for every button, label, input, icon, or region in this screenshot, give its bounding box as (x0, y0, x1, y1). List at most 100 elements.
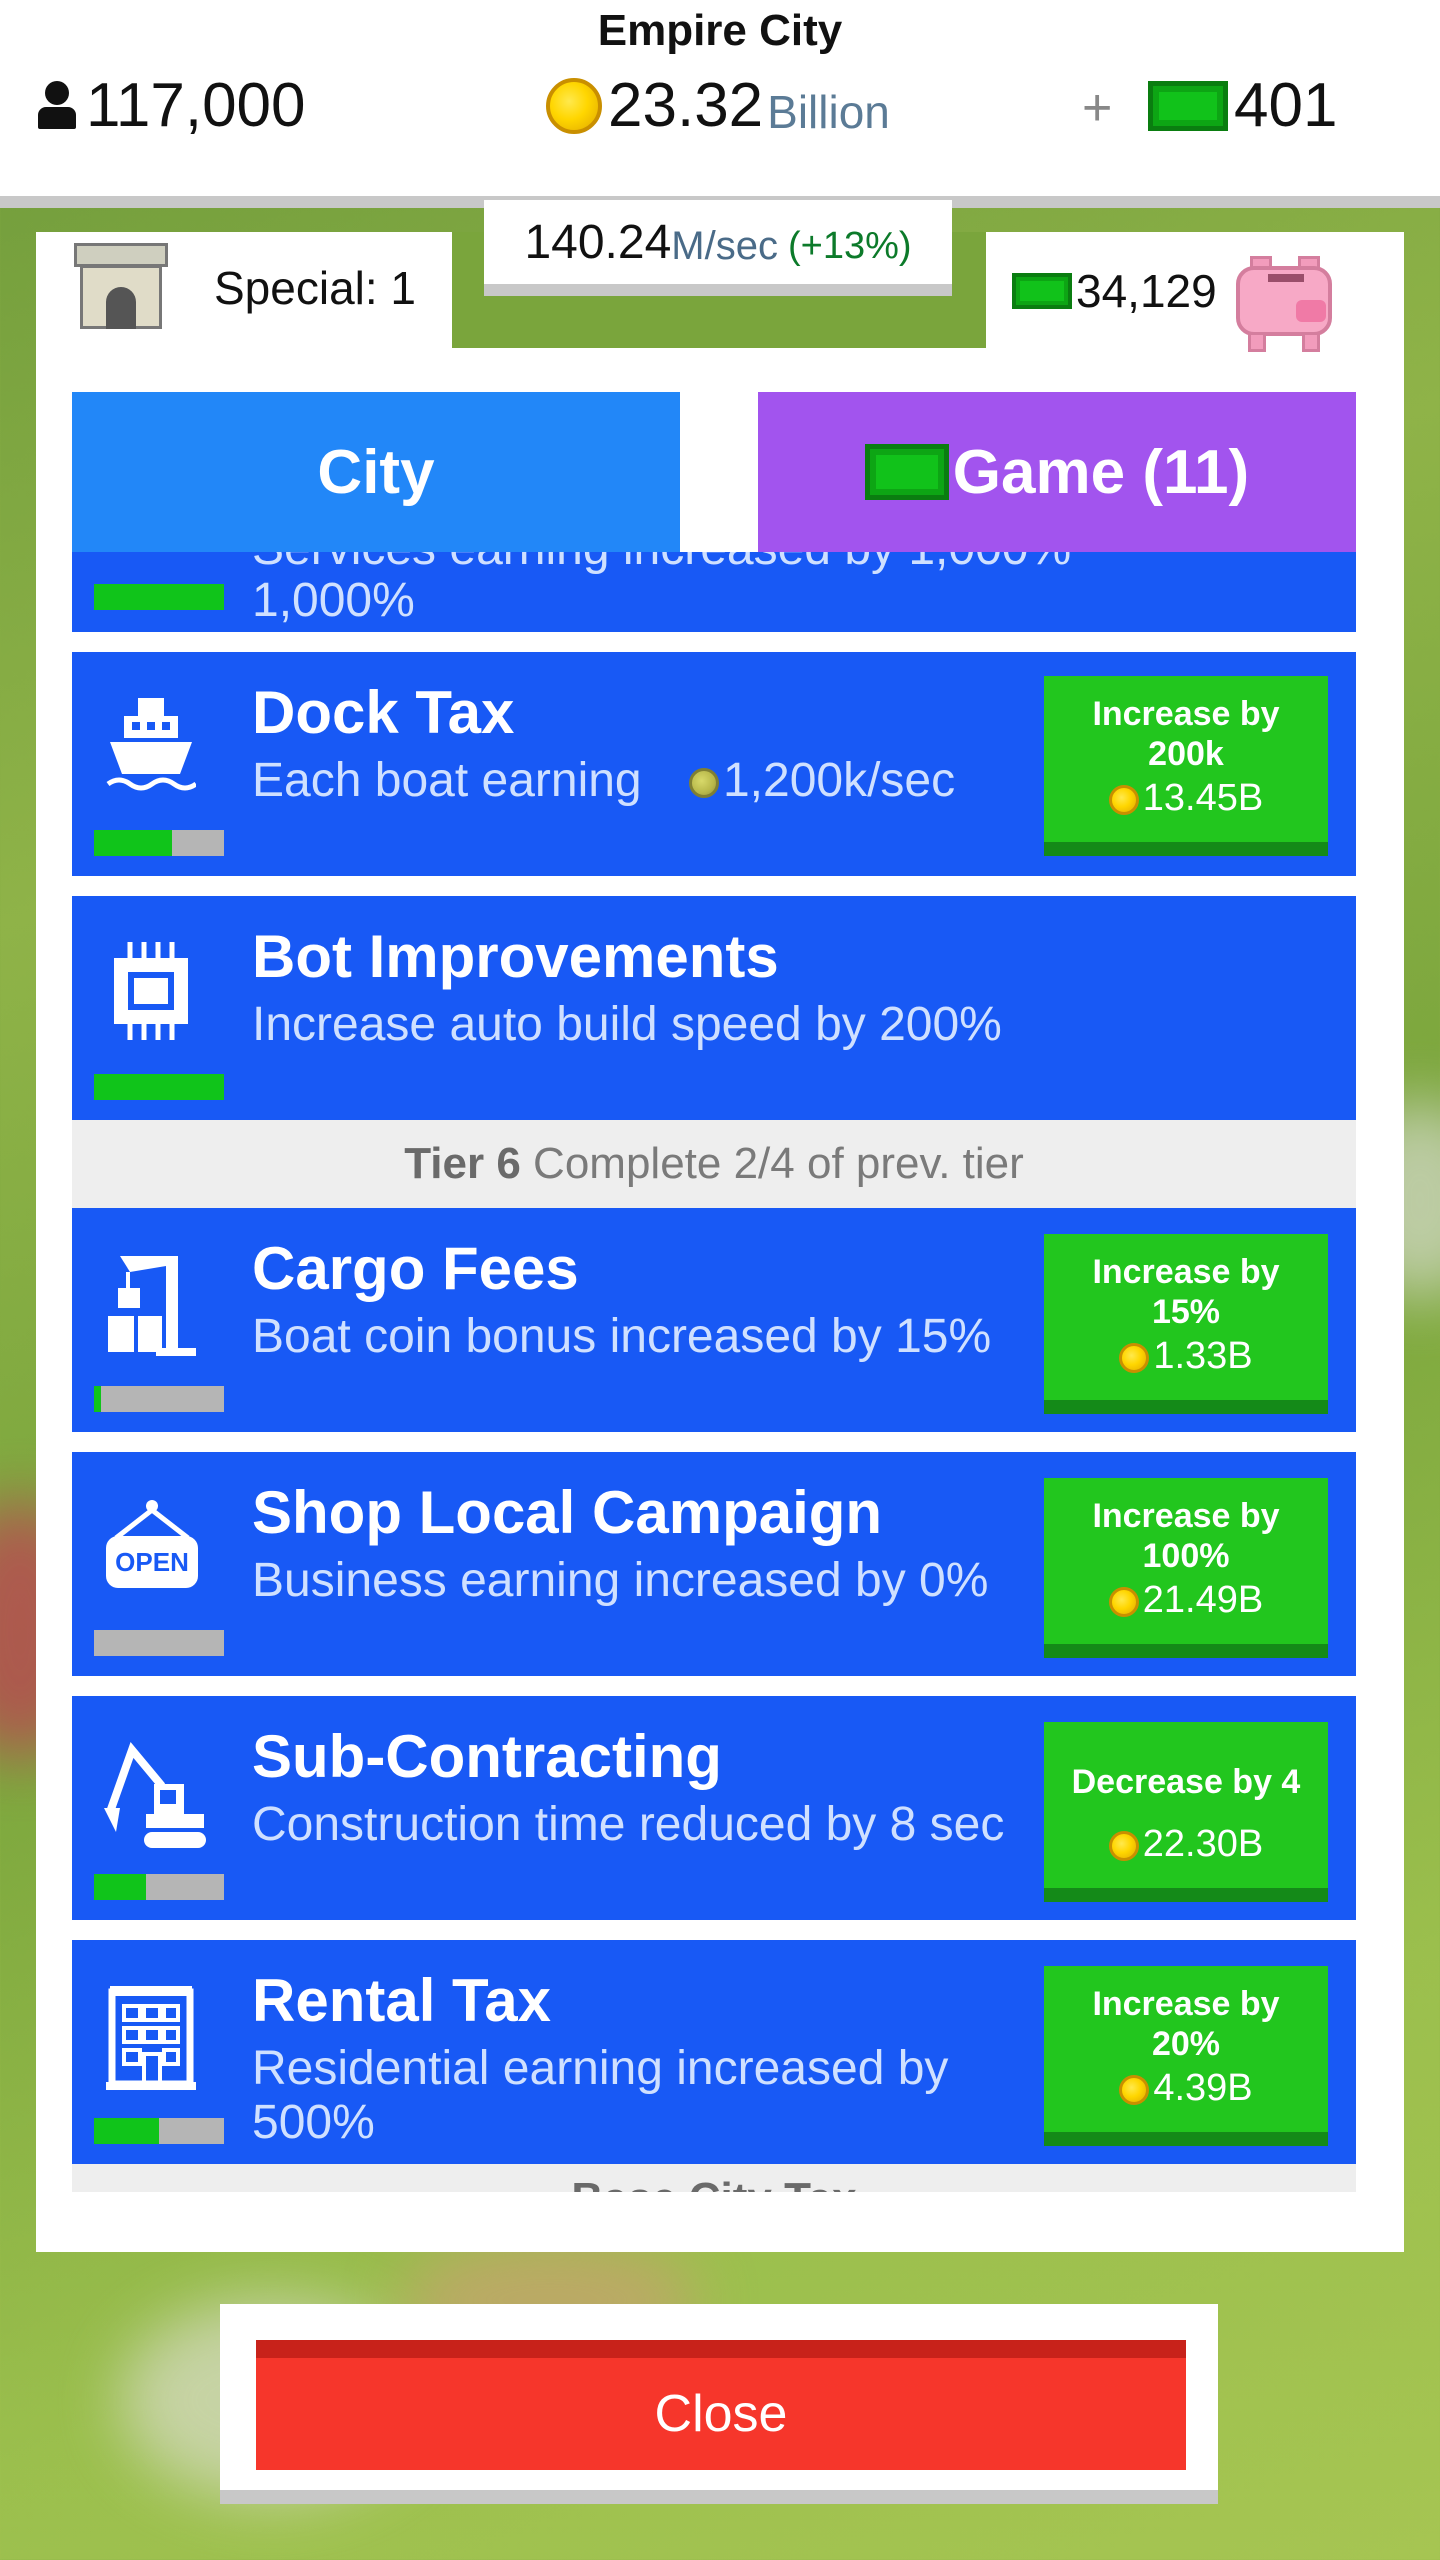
upgrade-title: Sub-Contracting (252, 1723, 722, 1790)
buy-button[interactable]: Decrease by 4 22.30B (1044, 1722, 1328, 1902)
upgrade-description-text: Each boat earning (252, 754, 642, 807)
income-rate: 140.24 M/sec (+13%) (484, 200, 952, 296)
special-label: Special: 1 (214, 262, 417, 314)
tier-separator: Base City Tax (72, 2164, 1356, 2192)
progress-bar (94, 830, 224, 856)
population-value: 117,000 (86, 71, 306, 140)
upgrade-title: Bot Improvements (252, 923, 779, 990)
buy-price-value: 13.45B (1142, 777, 1264, 819)
excavator-icon (104, 1742, 206, 1848)
progress-bar (94, 1074, 224, 1100)
buy-line1: Increase by (1092, 1497, 1280, 1535)
buy-button[interactable]: Increase by 200k 13.45B (1044, 676, 1328, 856)
top-bar: Empire City 117,000 23.32 Billion + 401 (0, 0, 1440, 208)
tier-label: Tier 6 (404, 1139, 521, 1188)
progress-bar (94, 584, 224, 610)
progress-bar (94, 1630, 224, 1656)
buy-line2: 100% (1142, 1537, 1230, 1575)
tier-next-label: Base City Tax (571, 2174, 856, 2192)
upgrade-description-line2: 1,000% (252, 574, 415, 627)
rate-bonus: (+13%) (787, 224, 912, 267)
upgrade-title: Dock Tax (252, 679, 515, 746)
coins-stat: 23.32 Billion (546, 70, 890, 141)
coin-icon (1108, 784, 1139, 815)
progress-fill (94, 2118, 159, 2144)
rate-unit: M/sec (671, 223, 778, 268)
buy-price-value: 21.49B (1142, 1579, 1264, 1621)
upgrade-row-cargo-fees: Cargo Fees Boat coin bonus increased by … (72, 1208, 1356, 1432)
upgrade-description: Services earning increased by 1,000% (252, 552, 1071, 576)
tab-game[interactable]: Game (11) (758, 392, 1356, 552)
cash-stat[interactable]: 401 (1148, 70, 1337, 141)
close-button-label: Close (654, 2385, 788, 2443)
buy-price-value: 4.39B (1153, 2067, 1253, 2109)
population-stat: 117,000 (36, 70, 306, 141)
buy-button[interactable]: Increase by 100% 21.49B (1044, 1478, 1328, 1658)
buy-price-value: 22.30B (1142, 1823, 1264, 1865)
arch-icon (74, 243, 168, 333)
upgrade-row-shop-local: OPEN Shop Local Campaign Business earnin… (72, 1452, 1356, 1676)
cash-icon (1012, 273, 1072, 309)
buy-line2: 15% (1151, 1293, 1221, 1331)
rate-value: 140.24 (524, 215, 672, 269)
special-counter[interactable]: Special: 1 (36, 232, 452, 344)
buy-button[interactable]: Increase by 20% 4.39B (1044, 1966, 1328, 2146)
cash-icon (864, 444, 949, 500)
buy-price-value: 1.33B (1153, 1335, 1253, 1377)
bank-cash: 34,129 (1012, 264, 1217, 318)
buy-line1: Increase by (1092, 695, 1280, 733)
buy-button[interactable]: Increase by 15% 1.33B (1044, 1234, 1328, 1414)
cash-icon (1148, 80, 1228, 131)
upgrade-title: Rental Tax (252, 1967, 551, 2034)
progress-fill (94, 830, 172, 856)
buy-price: 22.30B (1044, 1824, 1328, 1864)
upgrade-description: Boat coin bonus increased by 15% (252, 1310, 992, 1363)
upgrade-row-bot-improvements: Bot Improvements Increase auto build spe… (72, 896, 1356, 1120)
upgrade-description: Business earning increased by 0% (252, 1554, 989, 1607)
buy-line2: 20% (1151, 2025, 1221, 2063)
upgrade-description: Increase auto build speed by 200% (252, 998, 1002, 1051)
buy-price: 1.33B (1044, 1336, 1328, 1376)
coins-unit: Billion (767, 85, 890, 138)
open-sign-text: OPEN (115, 1547, 189, 1577)
upgrade-list[interactable]: Services earning increased by 1,000% 1,0… (72, 552, 1356, 2192)
buy-line1: Decrease by 4 (1071, 1763, 1301, 1801)
cash-value: 401 (1234, 71, 1338, 140)
open-sign-icon: OPEN (106, 1500, 198, 1588)
tier-requirement: Complete 2/4 of prev. tier (533, 1139, 1024, 1188)
buy-line1: Increase by (1092, 1253, 1280, 1291)
upgrade-row-rental-tax: Rental Tax Residential earning increased… (72, 1940, 1356, 2164)
buy-line2: 200k (1148, 735, 1224, 773)
add-cash-button[interactable]: + (1082, 78, 1112, 138)
buy-price: 21.49B (1044, 1580, 1328, 1620)
upgrade-description-line2: 500% (252, 2096, 375, 2149)
close-container: Close (220, 2304, 1218, 2504)
upgrade-description: Residential earning increased by (252, 2042, 949, 2095)
progress-fill (94, 1074, 224, 1100)
coins-value: 23.32 (608, 71, 764, 140)
tab-game-label: Game (11) (952, 437, 1250, 507)
upgrade-title: Cargo Fees (252, 1235, 579, 1302)
upgrade-description-value: 1,200k/sec (722, 754, 956, 807)
piggy-bank-icon[interactable] (1230, 244, 1336, 356)
coin-icon (1108, 1586, 1139, 1617)
upgrade-description: Construction time reduced by 8 sec (252, 1798, 1005, 1851)
buy-price: 4.39B (1044, 2068, 1328, 2108)
upgrade-row-dock-tax: Dock Tax Each boat earning 1,200k/sec In… (72, 652, 1356, 876)
coin-icon (546, 77, 602, 134)
progress-bar (94, 1874, 224, 1900)
progress-fill (94, 1386, 101, 1412)
upgrade-row-sub-contracting: Sub-Contracting Construction time reduce… (72, 1696, 1356, 1920)
building-icon (106, 1986, 196, 2090)
progress-fill (94, 584, 224, 610)
progress-fill (94, 1874, 146, 1900)
tab-city[interactable]: City (72, 392, 680, 552)
tab-city-label: City (317, 437, 435, 507)
chip-icon (114, 942, 188, 1040)
buy-line1: Increase by (1092, 1985, 1280, 2023)
progress-bar (94, 1386, 224, 1412)
coin-icon (1119, 2074, 1150, 2105)
close-button[interactable]: Close (256, 2340, 1186, 2470)
coin-icon (1119, 1342, 1150, 1373)
coin-icon (688, 768, 719, 799)
